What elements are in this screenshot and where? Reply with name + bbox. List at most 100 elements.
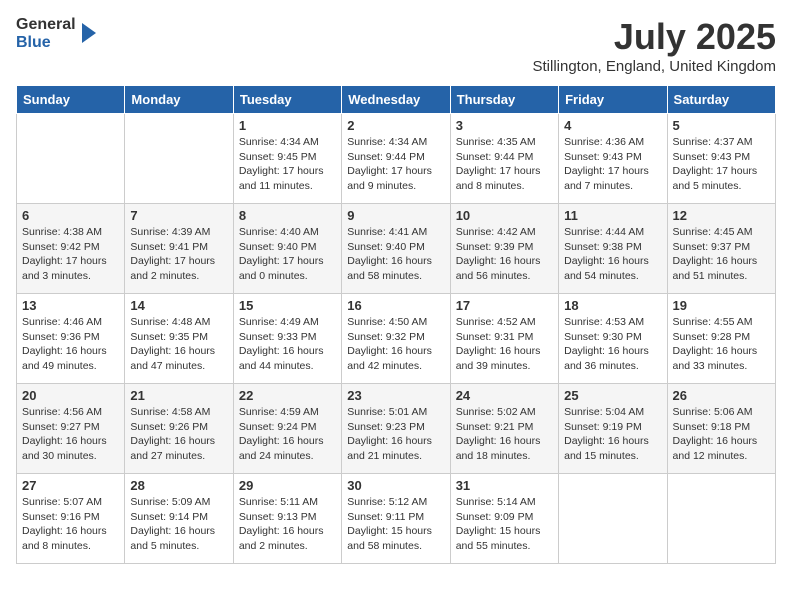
day-info: Sunrise: 4:40 AM Sunset: 9:40 PM Dayligh… [239,225,336,284]
day-info: Sunrise: 4:50 AM Sunset: 9:32 PM Dayligh… [347,315,444,374]
calendar-cell: 21 Sunrise: 4:58 AM Sunset: 9:26 PM Dayli… [125,384,233,474]
day-number: 18 [564,298,661,313]
day-number: 26 [673,388,770,403]
calendar-cell: 30 Sunrise: 5:12 AM Sunset: 9:11 PM Dayli… [342,474,450,564]
day-info: Sunrise: 4:58 AM Sunset: 9:26 PM Dayligh… [130,405,227,464]
day-number: 1 [239,118,336,133]
calendar-cell: 22 Sunrise: 4:59 AM Sunset: 9:24 PM Dayli… [233,384,341,474]
calendar-week-1: 1 Sunrise: 4:34 AM Sunset: 9:45 PM Daylig… [17,114,776,204]
day-info: Sunrise: 4:34 AM Sunset: 9:45 PM Dayligh… [239,135,336,194]
calendar-week-3: 13Sunrise: 4:46 AM Sunset: 9:36 PM Dayli… [17,294,776,384]
day-number: 29 [239,478,336,493]
calendar-cell: 8 Sunrise: 4:40 AM Sunset: 9:40 PM Daylig… [233,204,341,294]
location: Stillington, England, United Kingdom [533,58,777,75]
day-info: Sunrise: 4:48 AM Sunset: 9:35 PM Dayligh… [130,315,227,374]
day-info: Sunrise: 4:39 AM Sunset: 9:41 PM Dayligh… [130,225,227,284]
calendar-cell: 28 Sunrise: 5:09 AM Sunset: 9:14 PM Dayli… [125,474,233,564]
day-number: 4 [564,118,661,133]
calendar-week-5: 27 Sunrise: 5:07 AM Sunset: 9:16 PM Dayli… [17,474,776,564]
calendar-week-2: 6 Sunrise: 4:38 AM Sunset: 9:42 PM Daylig… [17,204,776,294]
calendar-cell: 1 Sunrise: 4:34 AM Sunset: 9:45 PM Daylig… [233,114,341,204]
day-number: 31 [456,478,553,493]
col-header-saturday: Saturday [667,86,775,114]
day-info: Sunrise: 4:56 AM Sunset: 9:27 PM Dayligh… [22,405,119,464]
calendar-cell: 31 Sunrise: 5:14 AM Sunset: 9:09 PM Dayli… [450,474,558,564]
day-number: 12 [673,208,770,223]
day-number: 27 [22,478,119,493]
day-info: Sunrise: 4:42 AM Sunset: 9:39 PM Dayligh… [456,225,553,284]
calendar-cell: 6 Sunrise: 4:38 AM Sunset: 9:42 PM Daylig… [17,204,125,294]
day-number: 2 [347,118,444,133]
day-number: 16 [347,298,444,313]
calendar-cell: 14 Sunrise: 4:48 AM Sunset: 9:35 PM Dayli… [125,294,233,384]
calendar-cell: 26 Sunrise: 5:06 AM Sunset: 9:18 PM Dayli… [667,384,775,474]
calendar-cell: 24 Sunrise: 5:02 AM Sunset: 9:21 PM Dayli… [450,384,558,474]
calendar-cell: 19Sunrise: 4:55 AM Sunset: 9:28 PM Dayli… [667,294,775,384]
day-info: Sunrise: 4:44 AM Sunset: 9:38 PM Dayligh… [564,225,661,284]
col-header-monday: Monday [125,86,233,114]
day-info: Sunrise: 5:14 AM Sunset: 9:09 PM Dayligh… [456,495,553,554]
calendar-cell: 18 Sunrise: 4:53 AM Sunset: 9:30 PM Dayli… [559,294,667,384]
day-info: Sunrise: 4:38 AM Sunset: 9:42 PM Dayligh… [22,225,119,284]
day-info: Sunrise: 4:36 AM Sunset: 9:43 PM Dayligh… [564,135,661,194]
day-info: Sunrise: 5:11 AM Sunset: 9:13 PM Dayligh… [239,495,336,554]
logo-general-text: General [16,16,76,34]
calendar-cell: 25 Sunrise: 5:04 AM Sunset: 9:19 PM Dayli… [559,384,667,474]
calendar-cell: 7 Sunrise: 4:39 AM Sunset: 9:41 PM Daylig… [125,204,233,294]
day-info: Sunrise: 5:02 AM Sunset: 9:21 PM Dayligh… [456,405,553,464]
logo-wrapper: General Blue [16,16,99,51]
col-header-thursday: Thursday [450,86,558,114]
calendar-cell [125,114,233,204]
day-number: 11 [564,208,661,223]
day-info: Sunrise: 4:45 AM Sunset: 9:37 PM Dayligh… [673,225,770,284]
day-info: Sunrise: 5:07 AM Sunset: 9:16 PM Dayligh… [22,495,119,554]
day-number: 19 [673,298,770,313]
logo: General Blue [16,16,99,51]
day-number: 28 [130,478,227,493]
day-info: Sunrise: 4:53 AM Sunset: 9:30 PM Dayligh… [564,315,661,374]
calendar-cell [17,114,125,204]
calendar-table: SundayMondayTuesdayWednesdayThursdayFrid… [16,85,776,564]
page-header: General Blue July 2025 Stillington, Engl… [16,16,776,75]
day-number: 8 [239,208,336,223]
title-block: July 2025 Stillington, England, United K… [533,16,777,75]
day-info: Sunrise: 4:49 AM Sunset: 9:33 PM Dayligh… [239,315,336,374]
calendar-cell: 27 Sunrise: 5:07 AM Sunset: 9:16 PM Dayli… [17,474,125,564]
calendar-cell: 2 Sunrise: 4:34 AM Sunset: 9:44 PM Daylig… [342,114,450,204]
col-header-wednesday: Wednesday [342,86,450,114]
calendar-cell [559,474,667,564]
col-header-friday: Friday [559,86,667,114]
day-number: 7 [130,208,227,223]
day-number: 30 [347,478,444,493]
day-number: 13 [22,298,119,313]
day-number: 9 [347,208,444,223]
calendar-cell: 29 Sunrise: 5:11 AM Sunset: 9:13 PM Dayli… [233,474,341,564]
day-number: 20 [22,388,119,403]
calendar-cell: 13Sunrise: 4:46 AM Sunset: 9:36 PM Dayli… [17,294,125,384]
calendar-header-row: SundayMondayTuesdayWednesdayThursdayFrid… [17,86,776,114]
day-number: 21 [130,388,227,403]
day-info: Sunrise: 5:04 AM Sunset: 9:19 PM Dayligh… [564,405,661,464]
calendar-cell: 5Sunrise: 4:37 AM Sunset: 9:43 PM Daylig… [667,114,775,204]
logo-triangle-icon [82,23,96,43]
day-info: Sunrise: 4:37 AM Sunset: 9:43 PM Dayligh… [673,135,770,194]
day-number: 24 [456,388,553,403]
day-number: 10 [456,208,553,223]
logo-blue-text: Blue [16,34,76,52]
logo-text-block: General Blue [16,16,76,51]
day-info: Sunrise: 5:06 AM Sunset: 9:18 PM Dayligh… [673,405,770,464]
day-info: Sunrise: 5:12 AM Sunset: 9:11 PM Dayligh… [347,495,444,554]
day-info: Sunrise: 4:59 AM Sunset: 9:24 PM Dayligh… [239,405,336,464]
day-info: Sunrise: 5:01 AM Sunset: 9:23 PM Dayligh… [347,405,444,464]
month-title: July 2025 [533,16,777,58]
day-number: 25 [564,388,661,403]
day-number: 6 [22,208,119,223]
day-info: Sunrise: 5:09 AM Sunset: 9:14 PM Dayligh… [130,495,227,554]
day-number: 14 [130,298,227,313]
calendar-cell: 10 Sunrise: 4:42 AM Sunset: 9:39 PM Dayli… [450,204,558,294]
calendar-cell: 15Sunrise: 4:49 AM Sunset: 9:33 PM Dayli… [233,294,341,384]
day-number: 3 [456,118,553,133]
day-info: Sunrise: 4:34 AM Sunset: 9:44 PM Dayligh… [347,135,444,194]
col-header-tuesday: Tuesday [233,86,341,114]
day-number: 22 [239,388,336,403]
